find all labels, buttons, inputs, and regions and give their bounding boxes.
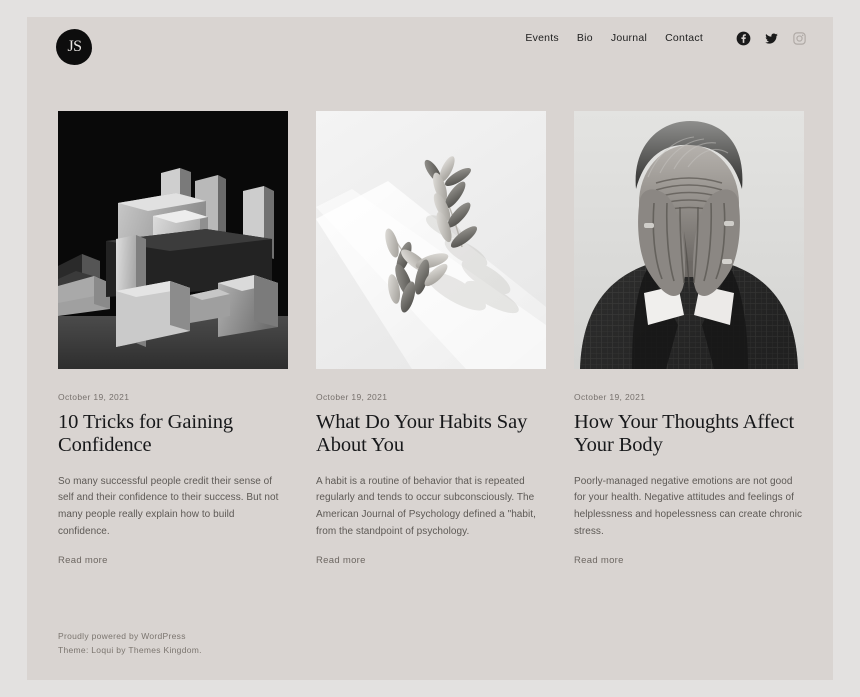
nav-item-contact[interactable]: Contact — [665, 33, 703, 44]
page-canvas: JS Events Bio Journal Contact October 19… — [27, 17, 833, 680]
post-excerpt: Poorly-managed negative emotions are not… — [574, 475, 803, 537]
instagram-icon — [793, 32, 806, 45]
header-nav-zone: Events Bio Journal Contact — [525, 31, 807, 46]
post-excerpt: A habit is a routine of behavior that is… — [316, 475, 536, 537]
leaves-photo-illustration — [316, 111, 546, 369]
post-title: How Your Thoughts Affect Your Body — [574, 411, 804, 457]
post-thumbnail-cubes — [58, 111, 288, 369]
post-thumbnail-leaves — [316, 111, 546, 369]
read-more-link[interactable]: Read more — [574, 556, 624, 566]
post-title-link[interactable]: What Do Your Habits Say About You — [316, 411, 527, 456]
footer-theme-credit: Theme: Loqui by Themes Kingdom. — [58, 644, 658, 658]
twitter-link[interactable] — [764, 31, 779, 46]
post-title-link[interactable]: How Your Thoughts Affect Your Body — [574, 411, 794, 456]
posts-grid: October 19, 2021 10 Tricks for Gaining C… — [58, 111, 804, 568]
post-date: October 19, 2021 — [316, 392, 388, 402]
post-date: October 19, 2021 — [58, 392, 130, 402]
site-logo[interactable]: JS — [56, 29, 92, 65]
primary-navigation: Events Bio Journal Contact — [525, 33, 703, 44]
post-thumbnail-link[interactable] — [574, 111, 804, 369]
nav-item-events[interactable]: Events — [525, 33, 559, 44]
footer-powered-by: Proudly powered by WordPress — [58, 630, 658, 644]
post-card: October 19, 2021 How Your Thoughts Affec… — [574, 111, 804, 568]
facebook-link[interactable] — [736, 31, 751, 46]
wordpress-credit-link[interactable]: Proudly powered by WordPress — [58, 631, 186, 641]
post-thumbnail-link[interactable] — [58, 111, 288, 369]
site-header: JS Events Bio Journal Contact — [27, 17, 833, 105]
cubes-photo-illustration — [58, 111, 288, 369]
read-more-link[interactable]: Read more — [316, 556, 366, 566]
nav-item-bio[interactable]: Bio — [577, 33, 593, 44]
read-more-link[interactable]: Read more — [58, 556, 108, 566]
post-thumbnail-portrait — [574, 111, 804, 369]
logo-monogram-text: JS — [67, 38, 82, 55]
social-navigation — [736, 31, 807, 46]
instagram-link[interactable] — [792, 31, 807, 46]
post-date: October 19, 2021 — [574, 392, 646, 402]
post-title: What Do Your Habits Say About You — [316, 411, 546, 457]
facebook-icon — [736, 31, 751, 46]
post-card: October 19, 2021 10 Tricks for Gaining C… — [58, 111, 288, 568]
post-title-link[interactable]: 10 Tricks for Gaining Confidence — [58, 411, 233, 456]
nav-item-journal[interactable]: Journal — [611, 33, 647, 44]
post-title: 10 Tricks for Gaining Confidence — [58, 411, 288, 457]
post-excerpt: So many successful people credit their s… — [58, 475, 279, 537]
twitter-icon — [765, 33, 778, 44]
theme-credit-link[interactable]: Theme: Loqui by Themes Kingdom. — [58, 645, 202, 655]
post-thumbnail-link[interactable] — [316, 111, 546, 369]
site-footer: Proudly powered by WordPress Theme: Loqu… — [58, 630, 658, 658]
post-card: October 19, 2021 What Do Your Habits Say… — [316, 111, 546, 568]
portrait-photo-illustration — [574, 111, 804, 369]
